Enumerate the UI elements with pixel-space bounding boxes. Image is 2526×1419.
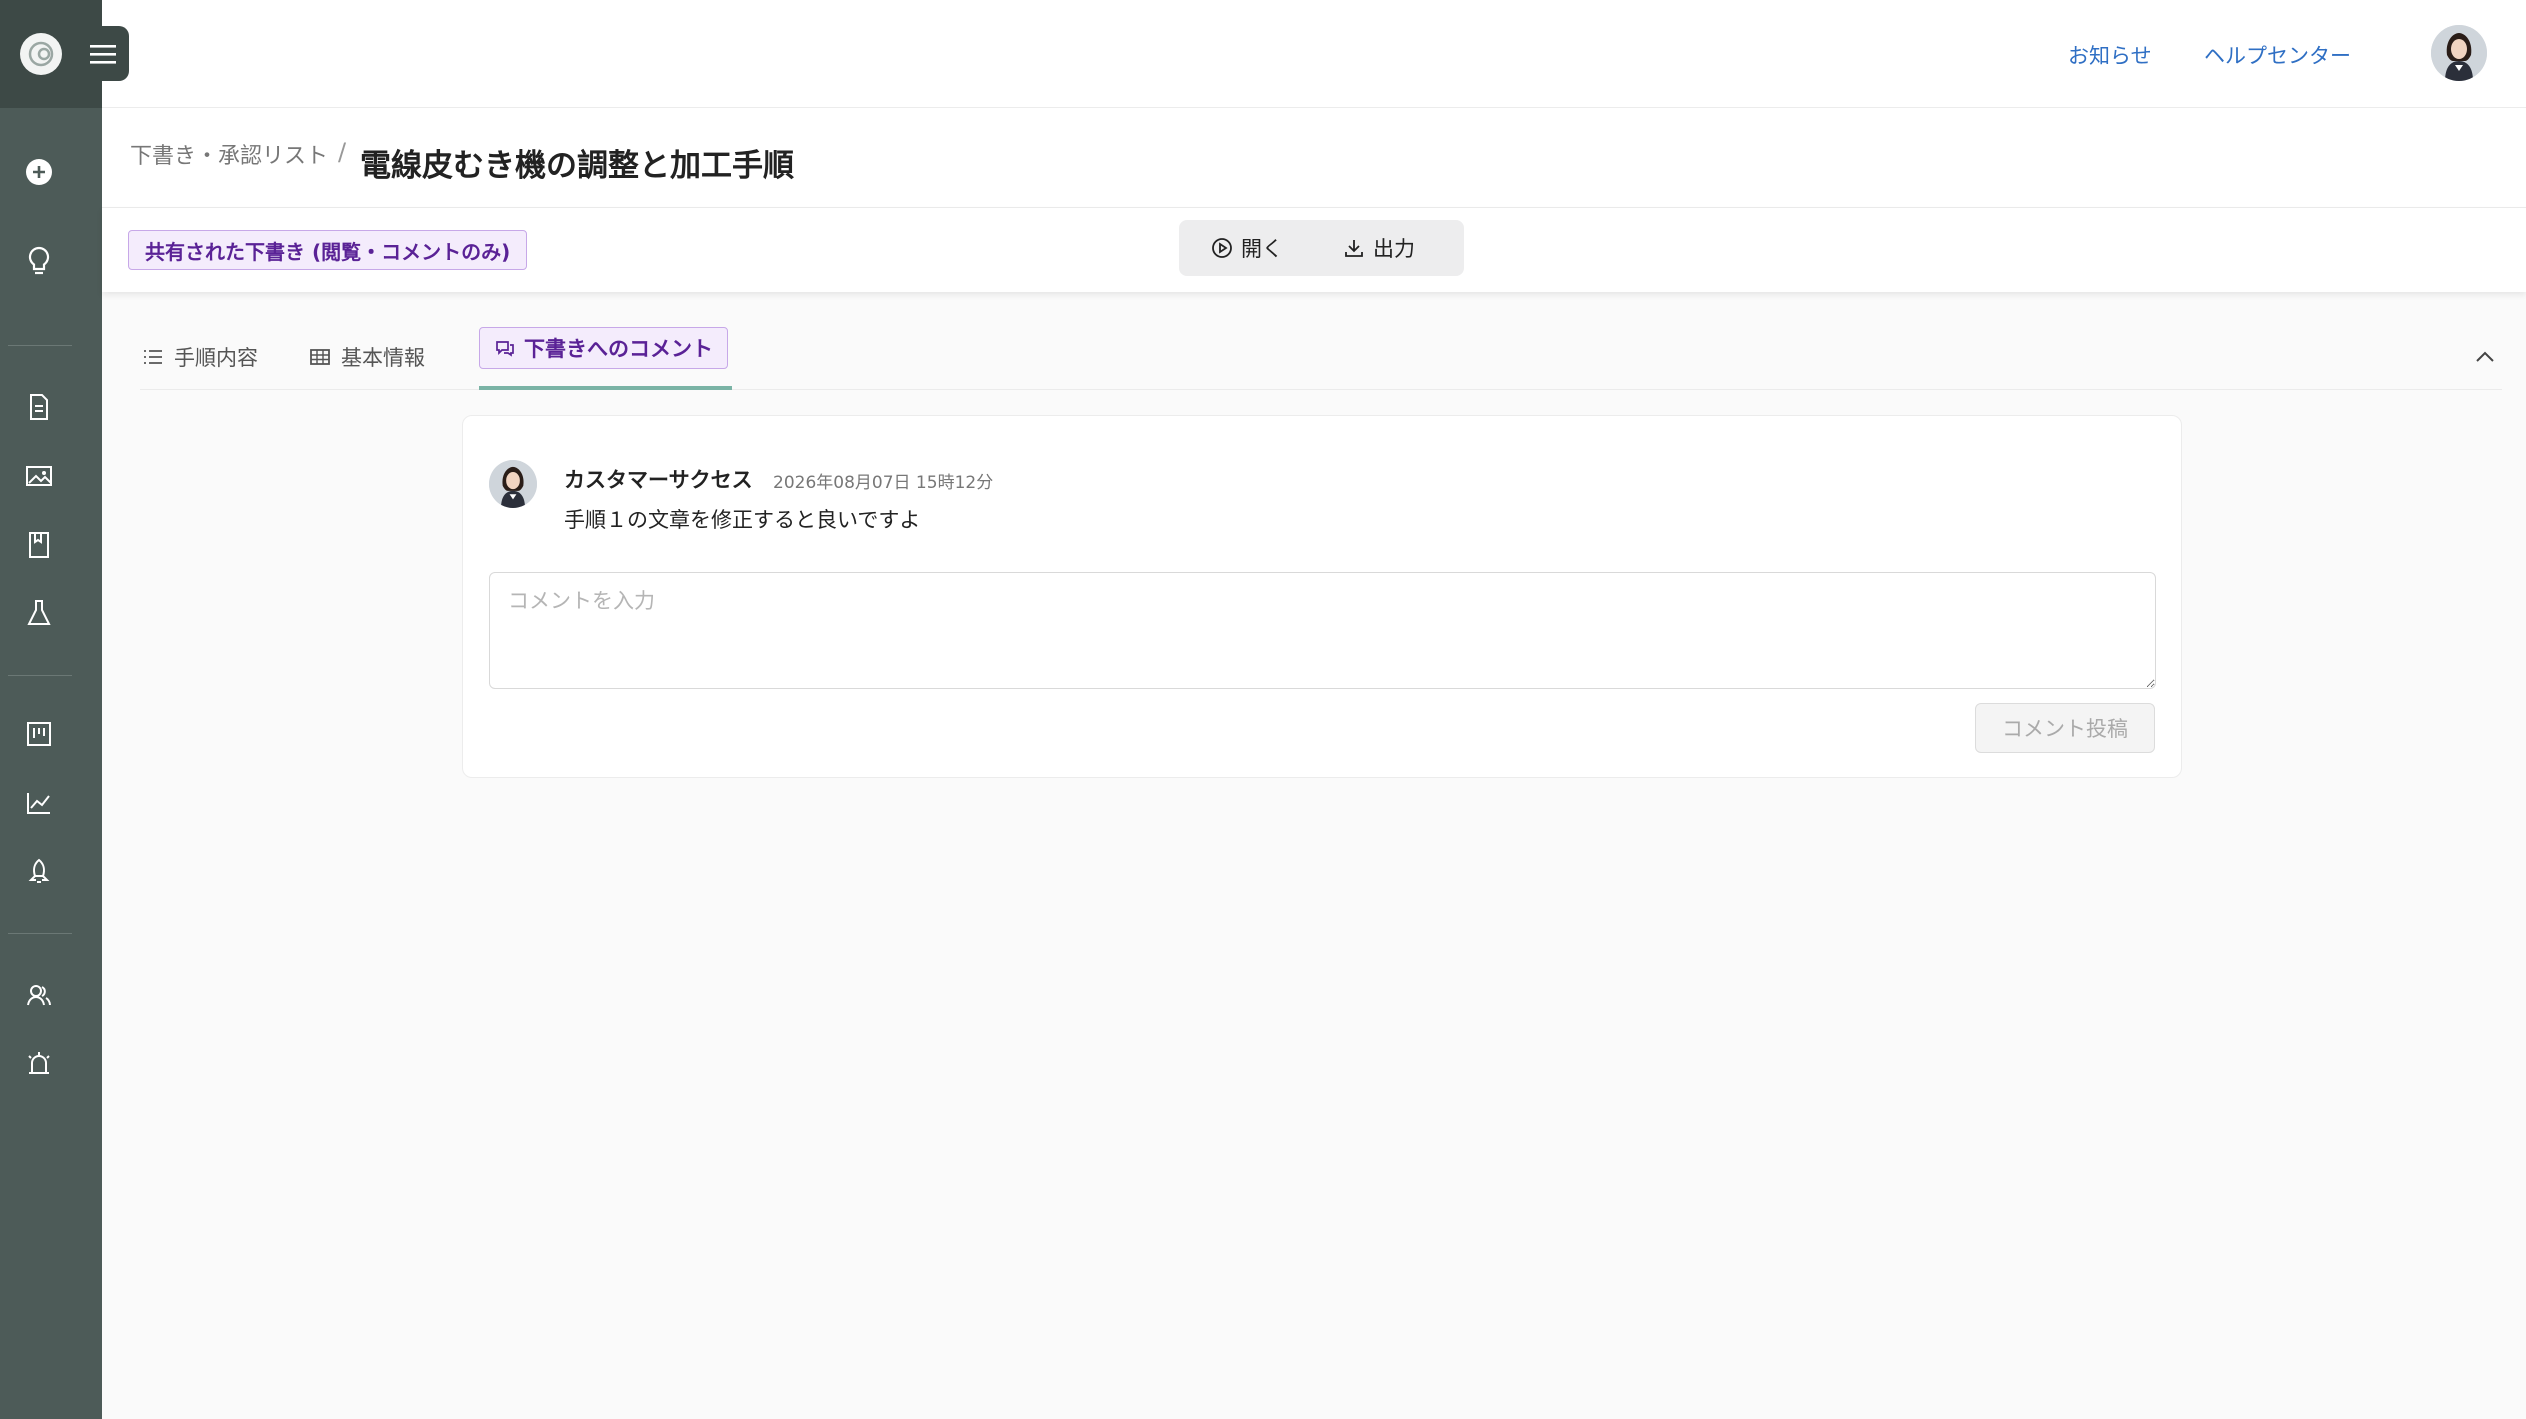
top-header: お知らせ ヘルプセンター bbox=[102, 0, 2526, 108]
tab-label: 下書きへのコメント bbox=[524, 337, 713, 361]
tab-label: 手順内容 bbox=[174, 346, 258, 370]
chevron-up-icon[interactable] bbox=[2468, 340, 2502, 374]
comment-input[interactable] bbox=[489, 572, 2156, 689]
rocket-icon[interactable] bbox=[22, 855, 56, 889]
logo-icon[interactable] bbox=[20, 33, 62, 75]
breadcrumb[interactable]: 下書き・承認リスト bbox=[130, 138, 328, 170]
comment-icon bbox=[496, 341, 514, 357]
post-comment-button[interactable]: コメント投稿 bbox=[1975, 703, 2155, 753]
action-bar: 共有された下書き (閲覧・コメントのみ) 開く 出力 bbox=[102, 208, 2526, 292]
title-bar: 下書き・承認リスト / 電線皮むき機の調整と加工手順 bbox=[102, 108, 2526, 208]
board-icon[interactable] bbox=[22, 717, 56, 751]
comment-author: カスタマーサクセス bbox=[564, 468, 753, 492]
sidebar-divider bbox=[8, 345, 72, 346]
notifications-link[interactable]: お知らせ bbox=[2068, 40, 2152, 70]
comment-card: カスタマーサクセス 2026年08月07日 15時12分 手順１の文章を修正する… bbox=[462, 415, 2182, 778]
open-button-label: 開く bbox=[1241, 237, 1283, 261]
tab-basic-info[interactable]: 基本情報 bbox=[309, 326, 425, 388]
export-button-label: 出力 bbox=[1373, 237, 1415, 261]
export-button[interactable]: 出力 bbox=[1315, 220, 1447, 276]
active-tab-indicator bbox=[479, 386, 732, 390]
book-icon[interactable] bbox=[22, 528, 56, 562]
tab-comments[interactable]: 下書きへのコメント bbox=[479, 327, 728, 369]
tab-procedure[interactable]: 手順内容 bbox=[142, 326, 258, 388]
sidebar-divider bbox=[8, 675, 72, 676]
open-button[interactable]: 開く bbox=[1179, 220, 1315, 276]
hamburger-icon bbox=[90, 44, 116, 64]
avatar bbox=[489, 460, 537, 508]
menu-toggle-button[interactable] bbox=[77, 26, 129, 81]
comment-text: 手順１の文章を修正すると良いですよ bbox=[564, 508, 921, 532]
sidebar bbox=[0, 0, 129, 1419]
page-title: 電線皮むき機の調整と加工手順 bbox=[360, 148, 794, 184]
breadcrumb-separator: / bbox=[338, 138, 347, 166]
plus-circle-icon[interactable] bbox=[22, 155, 56, 189]
action-button-group: 開く 出力 bbox=[1179, 220, 1464, 276]
tab-label: 基本情報 bbox=[341, 346, 425, 370]
image-icon[interactable] bbox=[22, 459, 56, 493]
chart-icon[interactable] bbox=[22, 786, 56, 820]
alarm-icon[interactable] bbox=[22, 1046, 56, 1080]
help-center-link[interactable]: ヘルプセンター bbox=[2204, 40, 2351, 70]
download-icon bbox=[1345, 240, 1363, 257]
play-circle-icon bbox=[1212, 238, 1232, 258]
users-icon[interactable] bbox=[22, 978, 56, 1012]
document-icon[interactable] bbox=[22, 390, 56, 424]
tab-bar: 手順内容 基本情報 下書きへのコメント bbox=[140, 326, 2502, 390]
avatar[interactable] bbox=[2431, 25, 2487, 81]
sidebar-divider bbox=[8, 933, 72, 934]
flask-icon[interactable] bbox=[22, 596, 56, 630]
comment-timestamp: 2026年08月07日 15時12分 bbox=[773, 473, 994, 493]
table-icon bbox=[310, 349, 330, 365]
list-icon bbox=[144, 350, 162, 364]
lightbulb-icon[interactable] bbox=[22, 244, 56, 278]
status-badge: 共有された下書き (閲覧・コメントのみ) bbox=[128, 230, 528, 270]
